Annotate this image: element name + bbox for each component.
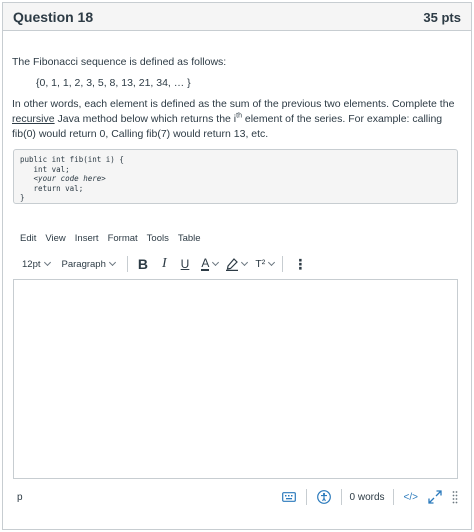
para-text-a: In other words, each element is defined … bbox=[12, 98, 455, 110]
text-color-button[interactable]: A bbox=[201, 253, 220, 275]
italic-icon: I bbox=[162, 256, 167, 271]
status-divider bbox=[340, 489, 342, 505]
menu-tools[interactable]: Tools bbox=[147, 233, 169, 244]
font-size-select[interactable]: 12pt bbox=[12, 253, 51, 275]
word-count[interactable]: 0 words bbox=[350, 492, 385, 503]
html-editor-toggle-icon[interactable]: </> bbox=[404, 492, 418, 503]
code-line: public int fib(int i) { bbox=[20, 155, 124, 164]
italic-button[interactable]: I bbox=[162, 253, 167, 275]
code-line: return val; bbox=[20, 183, 84, 193]
fibonacci-sequence: {0, 1, 1, 2, 3, 5, 8, 13, 21, 34, … } bbox=[36, 77, 191, 89]
question-intro: The Fibonacci sequence is defined as fol… bbox=[12, 56, 227, 68]
accessibility-icon[interactable] bbox=[316, 490, 331, 504]
question-points: 35 pts bbox=[423, 10, 461, 25]
chevron-down-icon bbox=[212, 258, 220, 267]
menu-format[interactable]: Format bbox=[108, 233, 138, 244]
status-divider bbox=[305, 489, 307, 505]
highlight-color-button[interactable] bbox=[226, 253, 249, 275]
bold-icon: B bbox=[137, 256, 148, 272]
underline-icon: U bbox=[180, 257, 190, 271]
chevron-down-icon bbox=[268, 258, 276, 267]
keyboard-icon[interactable] bbox=[281, 491, 296, 503]
statusbar-actions: 0 words </> bbox=[281, 485, 458, 509]
rich-text-editor-area[interactable] bbox=[13, 279, 458, 479]
menu-edit[interactable]: Edit bbox=[20, 233, 36, 244]
menu-view[interactable]: View bbox=[45, 233, 65, 244]
block-format-select[interactable]: Paragraph bbox=[61, 253, 116, 275]
code-line: } bbox=[20, 193, 25, 202]
para-text-b: Java method below which returns the i bbox=[54, 113, 237, 125]
highlighter-icon bbox=[226, 257, 239, 271]
toolbar-divider bbox=[126, 256, 128, 272]
menu-table[interactable]: Table bbox=[178, 233, 201, 244]
fullscreen-icon[interactable] bbox=[428, 490, 442, 504]
toolbar-divider bbox=[282, 256, 284, 272]
recursive-term: recursive bbox=[12, 113, 55, 125]
status-divider bbox=[392, 489, 394, 505]
code-placeholder-line: <your code here> bbox=[20, 174, 106, 183]
more-vertical-icon: ⋮ bbox=[293, 255, 308, 272]
question-title: Question 18 bbox=[13, 9, 94, 25]
code-line: int val; bbox=[20, 164, 70, 174]
more-options-button[interactable]: ⋮ bbox=[293, 253, 307, 275]
chevron-down-icon bbox=[108, 258, 116, 267]
question-header: Question 18 35 pts bbox=[3, 3, 471, 31]
editor-toolbar: 12pt Paragraph B I U A T² ⋮ bbox=[12, 253, 458, 275]
question-paragraph: In other words, each element is defined … bbox=[12, 97, 458, 142]
chevron-down-icon bbox=[241, 258, 249, 267]
font-size-value: 12pt bbox=[22, 258, 41, 270]
underline-button[interactable]: U bbox=[181, 253, 190, 275]
element-path[interactable]: p bbox=[17, 492, 23, 503]
bold-button[interactable]: B bbox=[138, 253, 148, 275]
text-color-icon: A bbox=[201, 256, 210, 271]
editor-statusbar: p 0 words </> bbox=[12, 485, 458, 509]
menu-insert[interactable]: Insert bbox=[75, 233, 99, 244]
code-block: public int fib(int i) { int val; <your c… bbox=[13, 149, 458, 204]
editor-menubar: Edit View Insert Format Tools Table bbox=[20, 233, 210, 244]
block-format-value: Paragraph bbox=[61, 258, 106, 270]
superscript-icon: T² bbox=[255, 258, 266, 270]
resize-handle-icon[interactable] bbox=[452, 490, 458, 504]
superscript-button[interactable]: T² bbox=[255, 253, 276, 275]
chevron-down-icon bbox=[43, 258, 51, 267]
